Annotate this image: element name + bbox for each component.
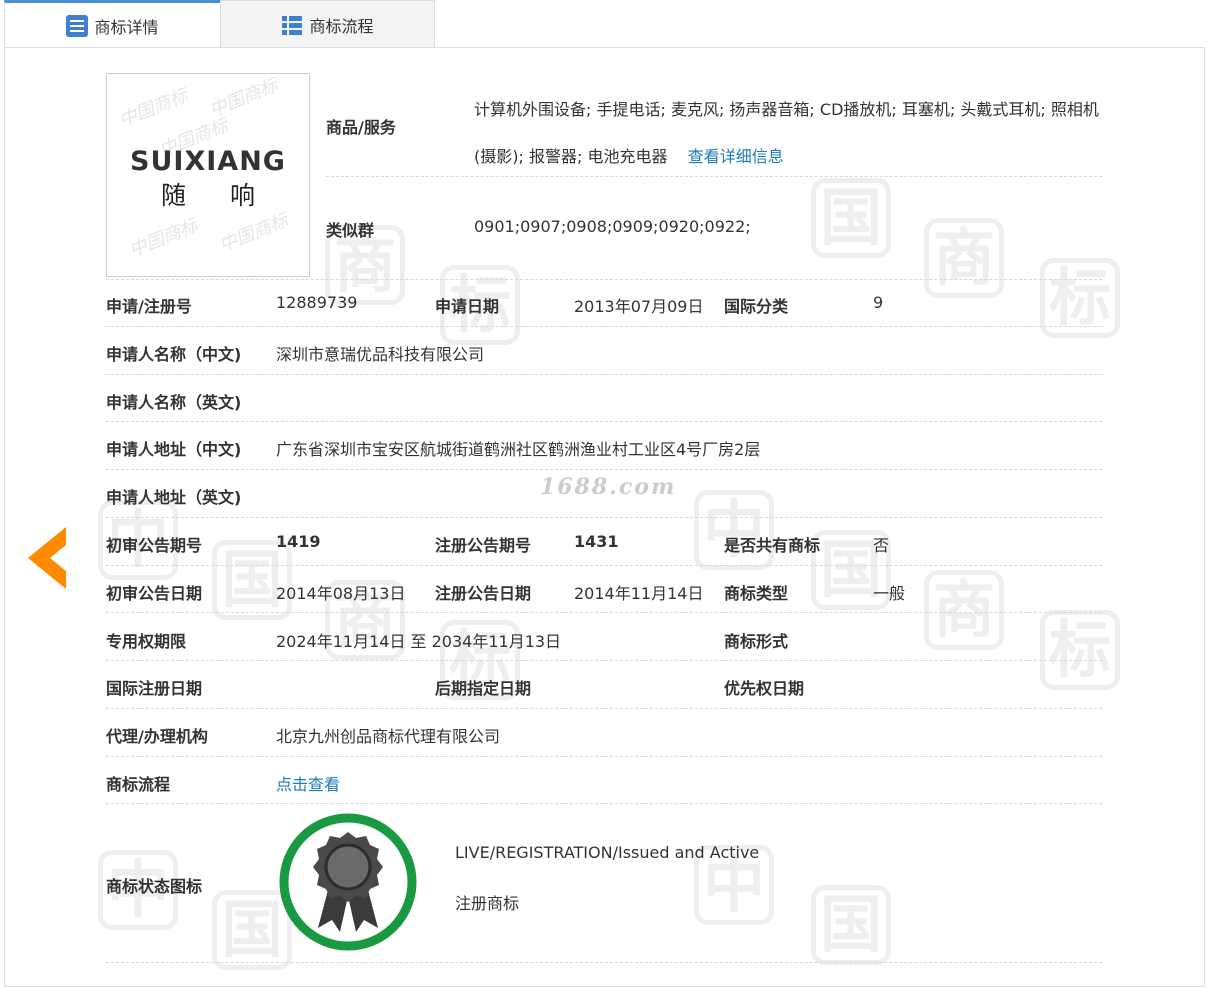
similar-group-label: 类似群 <box>326 221 375 240</box>
prelim-no-label: 初审公告期号 <box>106 536 203 555</box>
goods-label: 商品/服务 <box>326 118 396 137</box>
shared-value: 否 <box>873 536 890 555</box>
logo-watermark: 中国商标 <box>126 215 201 262</box>
prelim-date-value: 2014年08月13日 <box>276 584 406 603</box>
status-cn: 注册商标 <box>455 894 520 913</box>
grid-list-icon <box>282 15 303 35</box>
agent-label: 代理/办理机构 <box>106 727 208 746</box>
tab-trademark-details[interactable]: 商标详情 <box>4 0 220 48</box>
tab-label: 商标详情 <box>94 17 159 37</box>
arrow-inner <box>50 540 72 576</box>
similar-group-value: 0901;0907;0908;0909;0920;0922; <box>474 217 751 236</box>
app-date-value: 2013年07月09日 <box>574 297 704 316</box>
registered-badge-icon <box>279 813 417 951</box>
intl-reg-date-label: 国际注册日期 <box>106 679 203 698</box>
reg-no-value: 12889739 <box>276 293 358 312</box>
divider <box>106 326 1102 327</box>
logo-text-en: SUIXIANG <box>130 146 286 177</box>
reg-no-label: 申请/注册号 <box>106 297 192 316</box>
divider <box>106 421 1102 422</box>
tab-label: 商标流程 <box>309 16 374 36</box>
exclusive-label: 专用权期限 <box>106 632 187 651</box>
reg-pub-no-label: 注册公告期号 <box>435 536 532 555</box>
address-en-label: 申请人地址（英文) <box>106 488 242 507</box>
divider <box>106 660 1102 661</box>
logo-watermark: 中国商标 <box>216 210 291 257</box>
site-watermark: 1688.com <box>540 474 677 500</box>
address-cn-label: 申请人地址（中文) <box>106 440 242 459</box>
later-date-label: 后期指定日期 <box>435 679 532 698</box>
prelim-no-value: 1419 <box>276 532 321 551</box>
divider <box>106 469 1102 470</box>
applicant-en-label: 申请人名称（英文) <box>106 393 242 412</box>
status-label: 商标状态图标 <box>106 877 203 896</box>
divider <box>106 803 1102 804</box>
shared-label: 是否共有商标 <box>724 536 821 555</box>
applicant-cn-value: 深圳市意瑞优品科技有限公司 <box>276 345 485 364</box>
divider <box>106 612 1102 613</box>
logo-text-cn: 随 响 <box>161 181 273 210</box>
tab-bar: 商标详情 商标流程 <box>4 0 435 48</box>
applicant-cn-label: 申请人名称（中文) <box>106 345 242 364</box>
goods-text: 计算机外围设备; 手提电话; 麦克风; 扬声器音箱; CD播放机; 耳塞机; 头… <box>474 100 1099 166</box>
view-details-link[interactable]: 查看详细信息 <box>688 147 784 166</box>
reg-pub-no-value: 1431 <box>574 532 619 551</box>
exclusive-value: 2024年11月14日 至 2034年11月13日 <box>276 632 562 651</box>
divider <box>106 708 1102 709</box>
flow-label: 商标流程 <box>106 775 171 794</box>
goods-value: 计算机外围设备; 手提电话; 麦克风; 扬声器音箱; CD播放机; 耳塞机; 头… <box>474 86 1104 180</box>
tab-trademark-flow[interactable]: 商标流程 <box>220 0 435 48</box>
divider <box>106 756 1102 757</box>
intl-class-value: 9 <box>873 293 884 312</box>
tm-type-value: 一般 <box>873 584 906 603</box>
reg-pub-date-label: 注册公告日期 <box>435 584 532 603</box>
intl-class-label: 国际分类 <box>724 297 789 316</box>
divider <box>106 279 1102 280</box>
flow-link[interactable]: 点击查看 <box>276 771 340 795</box>
divider <box>106 374 1102 375</box>
reg-pub-date-value: 2014年11月14日 <box>574 584 704 603</box>
priority-date-label: 优先权日期 <box>724 679 805 698</box>
trademark-logo: 中国商标 中国商标 中国商标 中国商标 中国商标 SUIXIANG 随 响 <box>106 73 310 277</box>
tm-type-label: 商标类型 <box>724 584 789 603</box>
divider <box>106 962 1102 963</box>
divider <box>106 517 1102 518</box>
divider <box>106 565 1102 566</box>
address-cn-value: 广东省深圳市宝安区航城街道鹤洲社区鹤洲渔业村工业区4号厂房2层 <box>276 440 761 459</box>
status-en: LIVE/REGISTRATION/Issued and Active <box>455 843 760 862</box>
tm-form-label: 商标形式 <box>724 632 789 651</box>
logo-watermark: 中国商标 <box>116 85 191 132</box>
agent-value: 北京九州创品商标代理有限公司 <box>276 727 501 746</box>
prelim-date-label: 初审公告日期 <box>106 584 203 603</box>
app-date-label: 申请日期 <box>435 297 500 316</box>
list-icon <box>66 14 89 37</box>
